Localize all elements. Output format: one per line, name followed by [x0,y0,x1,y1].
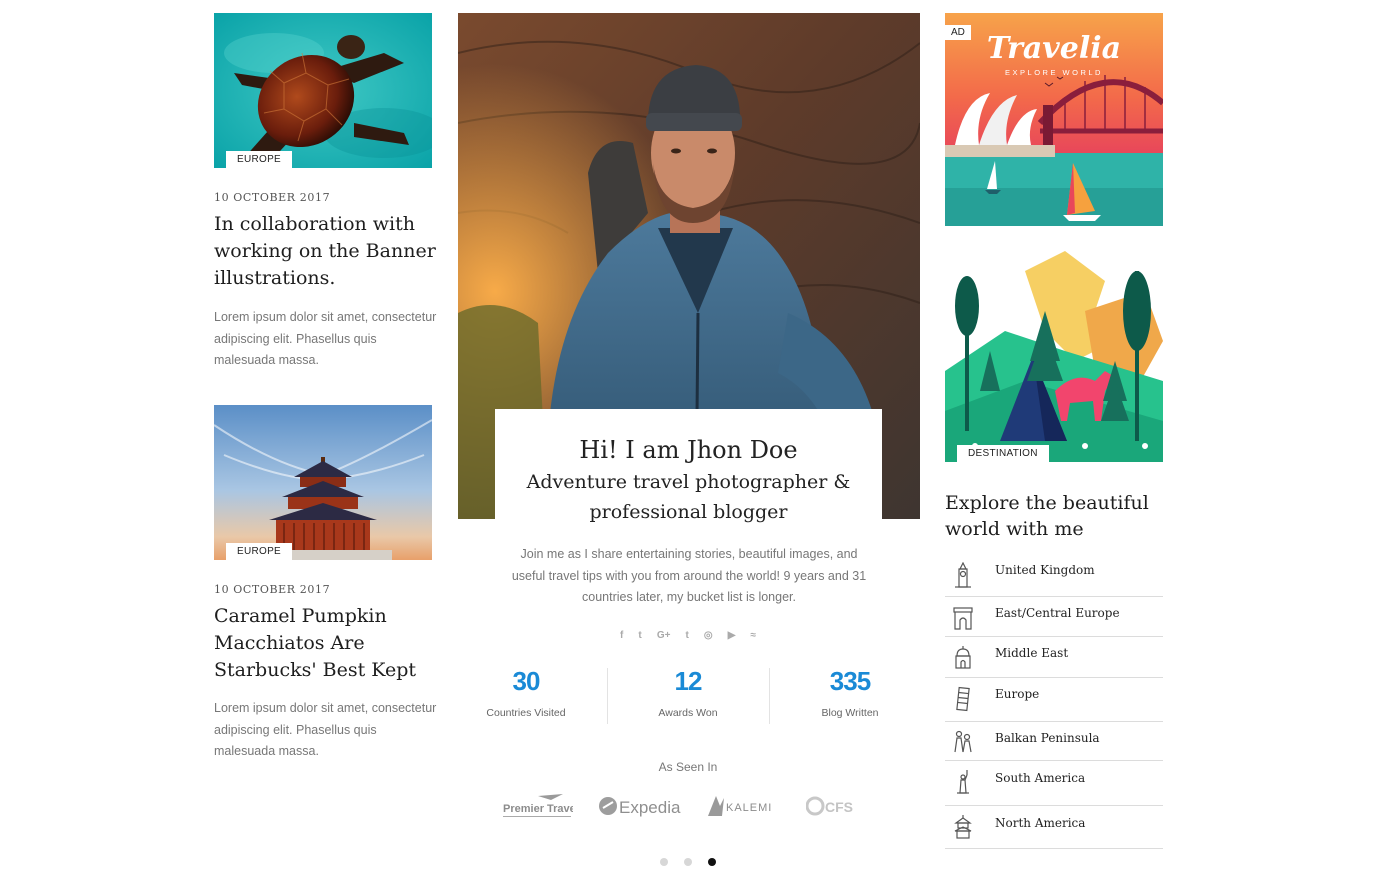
stat-label: Blog Written [821,707,879,719]
region-item[interactable]: Middle East [945,637,1163,678]
category-tag[interactable]: EUROPE [226,151,293,168]
facebook-icon[interactable]: f [620,630,623,641]
slider-dot-1[interactable] [660,858,668,866]
youtube-icon[interactable]: ▶ [728,630,736,641]
twitter-icon[interactable]: t [638,630,641,641]
statue-of-liberty-icon [957,770,969,794]
region-label: Balkan Peninsula [995,731,1100,745]
region-item[interactable]: United Kingdom [945,556,1163,597]
region-item[interactable]: East/Central Europe [945,597,1163,637]
region-item[interactable]: North America [945,806,1163,849]
stat-countries: 30 Countries Visited [445,665,607,719]
svg-text:KALEMI: KALEMI [726,802,772,814]
svg-text:Expedia: Expedia [619,798,681,817]
ad-tag: AD [945,25,971,40]
tumblr-icon[interactable]: t [686,630,689,641]
forest-illustration [945,251,1163,462]
big-ben-icon [955,562,971,588]
intro-subtitle: Adventure travel photographer & professi… [526,471,851,523]
post-2-date: 10 OCTOBER 2017 [214,583,331,596]
travelia-ad-banner[interactable]: Travelia EXPLORE WORLD AD [945,13,1163,226]
stat-awards: 12 Awards Won [607,665,769,719]
ad-brand: Travelia [987,31,1121,66]
stat-blogs: 335 Blog Written [769,665,931,719]
region-label: East/Central Europe [995,606,1120,620]
region-label: South America [995,771,1086,785]
leaning-tower-icon [956,686,970,712]
expedia-mark-icon: Expedia [599,797,681,817]
region-label: North America [995,816,1086,830]
turtle-photo [214,13,432,168]
sydney-illustration: Travelia EXPLORE WORLD [945,13,1163,226]
region-item[interactable]: South America [945,761,1163,806]
region-label: Europe [995,687,1040,701]
rss-icon[interactable]: ≈ [750,630,756,641]
slider-dot-2[interactable] [684,858,692,866]
stat-label: Awards Won [658,707,718,719]
intro-text: Join me as I share entertaining stories,… [511,547,867,604]
explore-heading: Explore the beautiful world with me [945,492,1149,540]
social-links: f t G+ t ◎ ▶ ≈ [620,630,756,641]
ad-tagline: EXPLORE WORLD [1005,68,1103,77]
expedia-logo[interactable]: Expedia [598,792,682,822]
taj-mahal-icon [955,646,971,669]
stat-value: 12 [674,666,703,696]
intro-title: Hi! I am Jhon Doe [579,436,798,464]
post-1-title[interactable]: In collaboration with working on the Ban… [214,211,439,292]
region-label: United Kingdom [995,563,1095,577]
arch-icon [953,607,973,630]
post-2-image[interactable]: EUROPE [214,405,432,560]
temple-photo [214,405,432,560]
svg-text:Premier Travel: Premier Travel [503,803,573,815]
category-tag[interactable]: EUROPE [226,543,293,560]
destination-banner[interactable]: DESTINATION [945,251,1163,462]
statues-icon [954,730,972,753]
google-plus-icon[interactable]: G+ [657,630,671,641]
plane-icon: Premier Travel [503,794,573,817]
cfs-mark-icon: CFS [806,796,853,816]
svg-text:CFS: CFS [825,799,853,815]
kalemi-logo[interactable]: KALEMI [706,792,780,822]
as-seen-heading: As Seen In [658,760,718,774]
stat-value: 30 [512,666,541,696]
stat-label: Countries Visited [486,707,566,719]
post-2-title[interactable]: Caramel Pumpkin Macchiatos Are Starbucks… [214,603,439,684]
category-tag[interactable]: DESTINATION [957,445,1049,462]
post-1-excerpt: Lorem ipsum dolor sit amet, consectetur … [214,310,437,367]
premier-travel-logo[interactable]: Premier Travel [503,792,573,822]
pagoda-icon [954,815,972,839]
post-1-image[interactable]: EUROPE [214,13,432,168]
cfs-logo[interactable]: CFS [806,792,874,822]
instagram-icon[interactable]: ◎ [704,630,713,641]
post-1-date: 10 OCTOBER 2017 [214,191,331,204]
region-label: Middle East [995,646,1069,660]
intro-card: Hi! I am Jhon Doe Adventure travel photo… [495,409,882,529]
stat-value: 335 [829,666,871,696]
slider-dot-3[interactable] [708,858,716,866]
kalemi-mark-icon: KALEMI [708,796,772,816]
slider-pagination [660,858,716,866]
region-item[interactable]: Balkan Peninsula [945,722,1163,761]
region-item[interactable]: Europe [945,678,1163,722]
post-2-excerpt: Lorem ipsum dolor sit amet, consectetur … [214,701,437,758]
